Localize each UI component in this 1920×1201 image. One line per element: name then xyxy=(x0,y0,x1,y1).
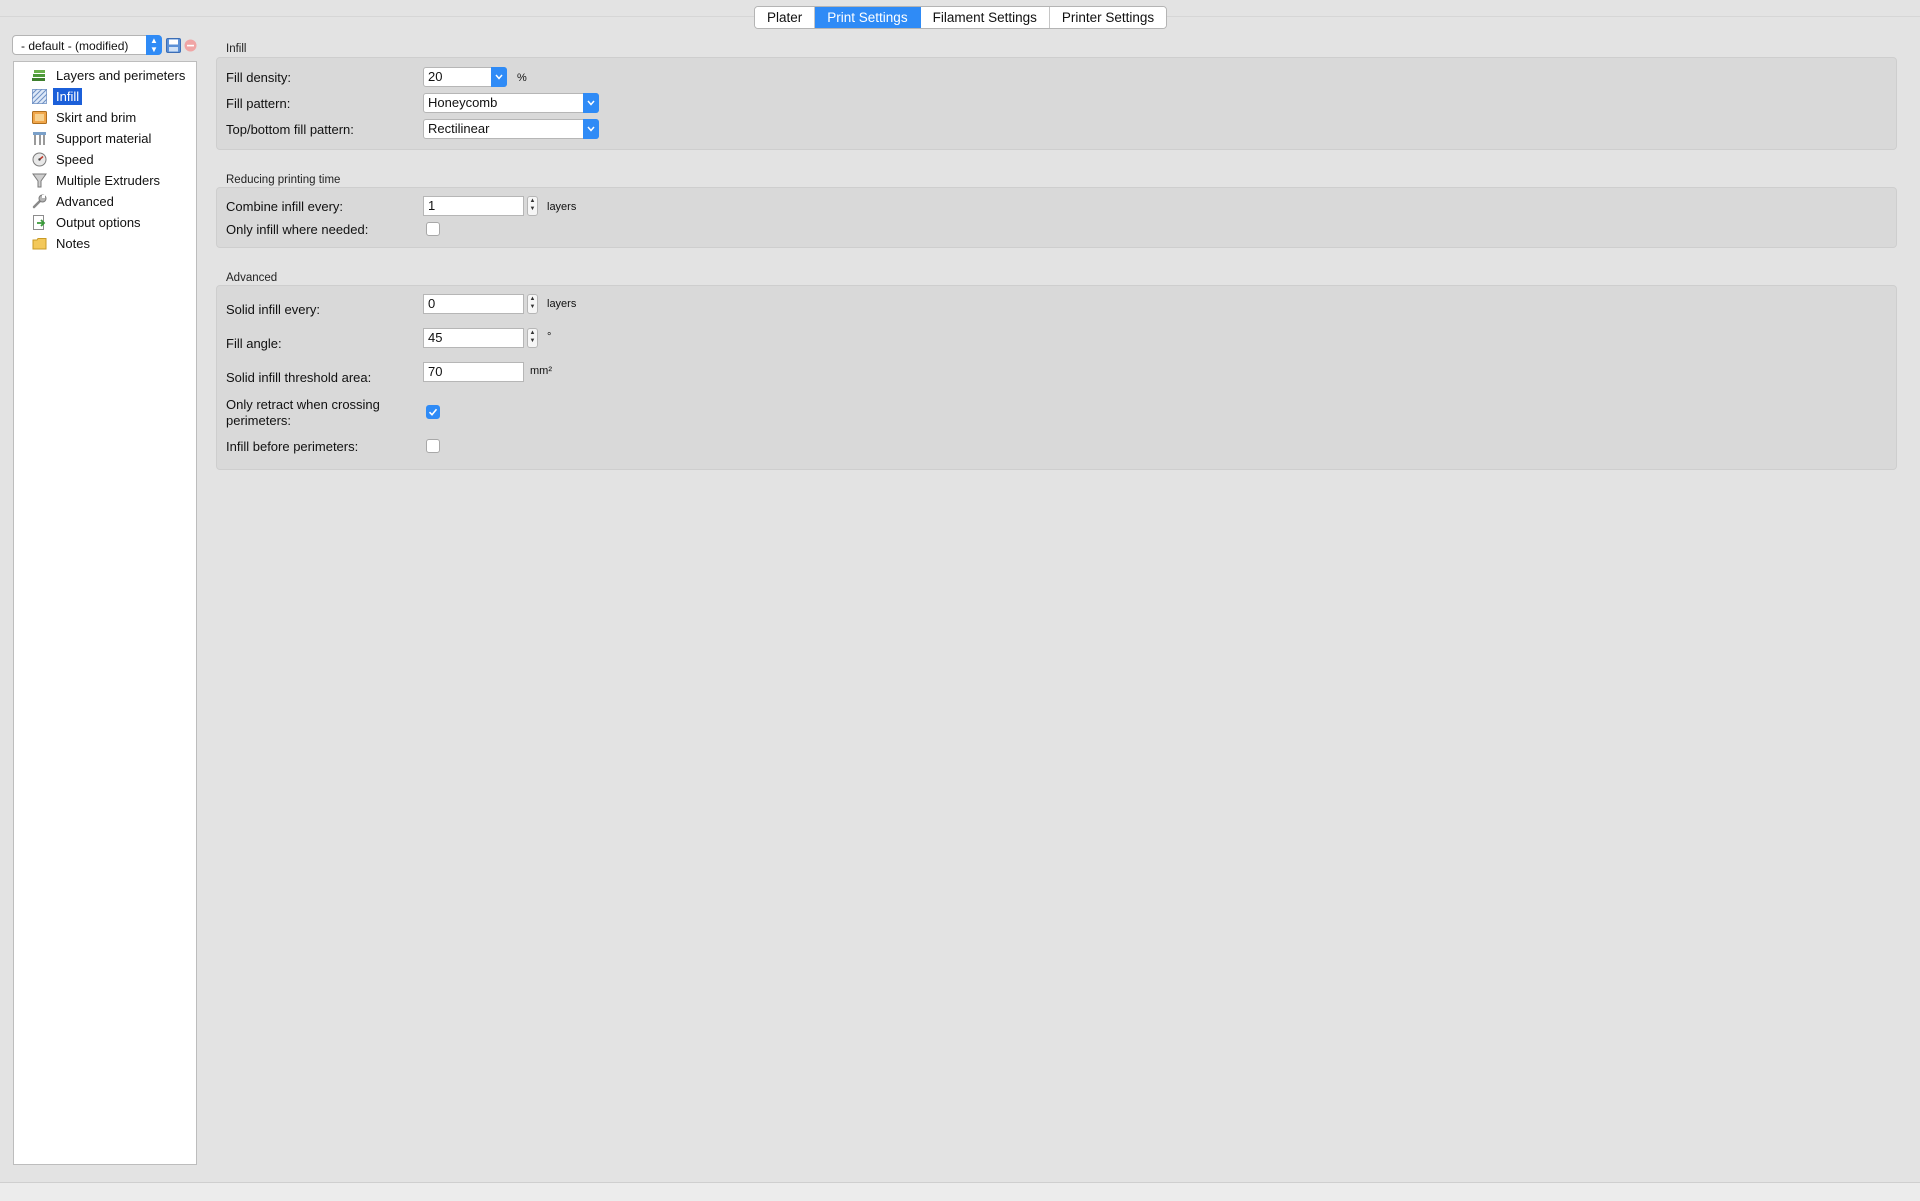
infill-before-perimeters-checkbox[interactable] xyxy=(426,439,440,453)
fill-pattern-label: Fill pattern: xyxy=(226,96,291,111)
group-title-reducing-printing-time: Reducing printing time xyxy=(226,174,341,186)
fill-density-label: Fill density: xyxy=(226,70,292,85)
only-infill-needed-label: Only infill where needed: xyxy=(226,222,369,237)
fill-density-unit: % xyxy=(517,72,527,84)
combine-infill-label: Combine infill every: xyxy=(226,199,344,214)
tab-plater[interactable]: Plater xyxy=(755,7,816,28)
combine-infill-value: 1 xyxy=(428,198,436,213)
solid-infill-threshold-input[interactable]: 70 xyxy=(423,362,524,382)
checkmark-icon xyxy=(428,408,438,416)
combine-infill-unit: layers xyxy=(547,201,577,213)
top-bottom-fill-pattern-value: Rectilinear xyxy=(428,121,490,136)
sidebar-item-label: Multiple Extruders xyxy=(56,172,161,188)
skirt-brim-icon xyxy=(32,110,47,124)
layers-icon xyxy=(32,69,45,81)
tab-print-settings[interactable]: Print Settings xyxy=(815,7,921,28)
fill-angle-label: Fill angle: xyxy=(226,336,282,351)
fill-angle-input[interactable]: 45 xyxy=(423,328,524,348)
solid-infill-every-label: Solid infill every: xyxy=(226,302,320,317)
only-retract-checkbox[interactable] xyxy=(426,405,440,419)
only-retract-label-line1: Only retract when crossing xyxy=(226,397,380,412)
infill-icon xyxy=(32,88,47,104)
only-infill-needed-checkbox[interactable] xyxy=(426,222,440,236)
sidebar-item-advanced[interactable]: Advanced xyxy=(32,192,117,210)
sidebar-item-label: Advanced xyxy=(56,193,114,209)
sidebar-item-label: Speed xyxy=(56,151,94,167)
sidebar-item-speed[interactable]: Speed xyxy=(32,150,97,168)
up-down-chevron-icon: ▲ ▼ xyxy=(146,35,162,55)
combine-infill-input[interactable]: 1 xyxy=(423,196,524,216)
solid-infill-threshold-value: 70 xyxy=(428,364,443,379)
top-bottom-fill-pattern-dropdown[interactable]: Rectilinear xyxy=(423,119,599,139)
output-icon xyxy=(33,214,46,230)
solid-infill-every-stepper[interactable]: ▲ ▼ xyxy=(527,294,538,314)
sidebar-item-label: Support material xyxy=(56,130,152,146)
chevron-down-icon xyxy=(583,119,599,139)
extruders-icon xyxy=(32,173,47,187)
sidebar-item-label: Layers and perimeters xyxy=(56,67,186,83)
only-retract-label-line2: perimeters: xyxy=(226,413,292,428)
fill-angle-stepper[interactable]: ▲ ▼ xyxy=(527,328,538,348)
preset-dropdown-value: - default - (modified) xyxy=(21,39,129,53)
only-retract-label: Only retract when crossing perimeters: xyxy=(226,397,380,429)
top-bottom-fill-pattern-label: Top/bottom fill pattern: xyxy=(226,122,354,137)
sidebar-item-support-material[interactable]: Support material xyxy=(32,129,154,147)
group-title-advanced: Advanced xyxy=(226,272,278,284)
sidebar-item-skirt-and-brim[interactable]: Skirt and brim xyxy=(32,108,139,126)
solid-infill-every-value: 0 xyxy=(428,296,436,311)
delete-icon[interactable] xyxy=(184,39,197,52)
sidebar-item-multiple-extruders[interactable]: Multiple Extruders xyxy=(32,171,163,189)
sidebar-item-output-options[interactable]: Output options xyxy=(32,213,144,231)
chevron-down-icon xyxy=(491,67,507,87)
fill-pattern-value: Honeycomb xyxy=(428,95,498,110)
chevron-down-icon xyxy=(583,93,599,113)
fill-angle-value: 45 xyxy=(428,330,443,345)
solid-infill-every-unit: layers xyxy=(547,298,577,310)
sidebar-item-notes[interactable]: Notes xyxy=(32,234,93,252)
save-icon[interactable] xyxy=(166,38,181,53)
tab-printer-settings[interactable]: Printer Settings xyxy=(1049,7,1167,28)
tab-bar: Plater Print Settings Filament Settings … xyxy=(754,6,1168,29)
infill-before-perimeters-label: Infill before perimeters: xyxy=(226,439,359,454)
sidebar-item-label: Skirt and brim xyxy=(56,109,137,125)
solid-infill-every-input[interactable]: 0 xyxy=(423,294,524,314)
notes-icon xyxy=(32,237,47,249)
solid-infill-threshold-unit: mm² xyxy=(530,365,552,377)
sidebar-item-layers-and-perimeters[interactable]: Layers and perimeters xyxy=(32,66,188,84)
combine-infill-stepper[interactable]: ▲ ▼ xyxy=(527,196,538,216)
preset-dropdown[interactable]: - default - (modified) ▲ ▼ xyxy=(12,35,162,55)
sidebar-item-infill[interactable]: Infill xyxy=(32,87,83,105)
wrench-icon xyxy=(32,194,47,208)
fill-pattern-dropdown[interactable]: Honeycomb xyxy=(423,93,599,113)
fill-angle-unit: ° xyxy=(547,331,552,343)
settings-page-tree: Layers and perimeters Infill Skirt and b… xyxy=(13,61,197,1165)
tab-filament-settings[interactable]: Filament Settings xyxy=(920,7,1050,28)
fill-density-value: 20 xyxy=(428,69,443,84)
speed-icon xyxy=(32,152,47,166)
fill-density-combo[interactable]: 20 xyxy=(423,67,507,87)
status-strip xyxy=(0,1182,1920,1201)
sidebar-item-label: Output options xyxy=(56,214,141,230)
solid-infill-threshold-label: Solid infill threshold area: xyxy=(226,370,372,385)
sidebar-item-label: Infill xyxy=(53,87,83,105)
support-material-icon xyxy=(33,131,46,145)
group-title-infill: Infill xyxy=(226,43,247,55)
sidebar-item-label: Notes xyxy=(56,235,90,251)
